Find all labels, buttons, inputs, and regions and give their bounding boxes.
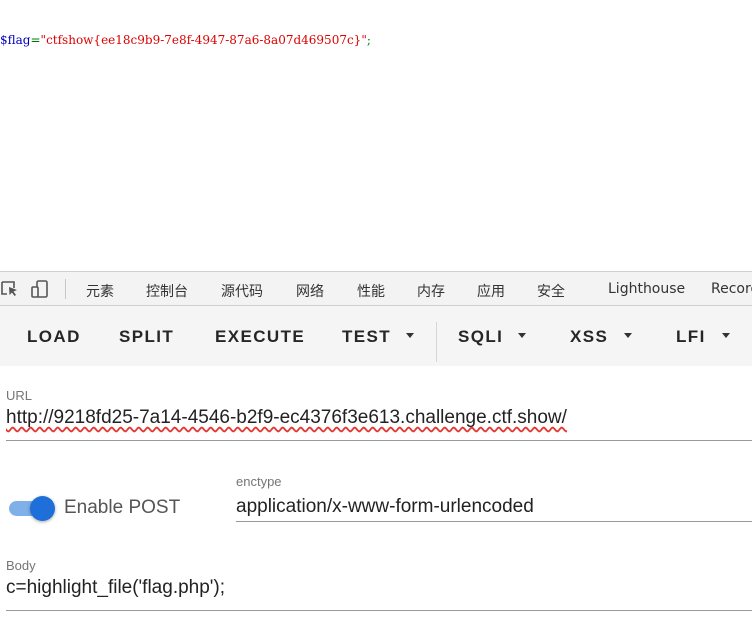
test-chevron-down-icon [406, 333, 414, 338]
tab-recorder[interactable]: Recorder [711, 281, 752, 297]
enctype-label: enctype [236, 474, 282, 489]
lfi-chevron-down-icon [722, 333, 730, 338]
tab-elements[interactable]: 元素 [86, 281, 114, 301]
code-string: "ctfshow{ee18c9b9-7e8f-4947-87a6-8a07d46… [40, 33, 367, 47]
hackbar-toolbar: LOAD SPLIT EXECUTE TEST SQLI XSS LFI [0, 306, 752, 366]
sqli-chevron-down-icon [518, 333, 526, 338]
url-underline [6, 440, 752, 441]
inspect-element-icon[interactable] [0, 279, 20, 299]
xss-menu-button[interactable]: XSS [570, 327, 608, 347]
url-label: URL [6, 388, 33, 403]
devtools-tab-bar: 元素 控制台 源代码 网络 性能 内存 应用 安全 Lighthouse Rec… [0, 271, 752, 306]
devtools-separator [65, 279, 66, 299]
highlighted-source: $flag="ctfshow{ee18c9b9-7e8f-4947-87a6-8… [0, 33, 371, 47]
code-operator: = [30, 33, 41, 47]
sqli-menu-button[interactable]: SQLI [458, 327, 503, 347]
execute-button[interactable]: EXECUTE [215, 327, 305, 347]
tab-console[interactable]: 控制台 [146, 281, 188, 301]
body-label: Body [6, 558, 36, 573]
tab-network[interactable]: 网络 [296, 281, 324, 301]
device-toolbar-icon[interactable] [31, 279, 51, 299]
tab-sources[interactable]: 源代码 [221, 281, 263, 301]
enable-post-toggle[interactable] [30, 496, 55, 521]
lfi-menu-button[interactable]: LFI [676, 327, 706, 347]
xss-chevron-down-icon [624, 333, 632, 338]
tab-application[interactable]: 应用 [477, 281, 505, 301]
load-button[interactable]: LOAD [27, 327, 81, 347]
tab-security[interactable]: 安全 [537, 281, 565, 301]
split-button[interactable]: SPLIT [119, 327, 174, 347]
code-terminator: ; [366, 33, 371, 47]
code-variable: $flag [0, 33, 31, 47]
test-menu-button[interactable]: TEST [342, 327, 391, 347]
body-underline [6, 610, 752, 611]
enctype-select[interactable]: application/x-www-form-urlencoded [236, 496, 534, 518]
tab-lighthouse[interactable]: Lighthouse [608, 281, 685, 297]
tab-memory[interactable]: 内存 [417, 281, 445, 301]
enable-post-label: Enable POST [64, 497, 181, 518]
body-input[interactable]: c=highlight_file('flag.php'); [6, 577, 225, 599]
toolbar-divider [436, 322, 437, 362]
tab-performance[interactable]: 性能 [357, 281, 385, 301]
enctype-underline [236, 521, 752, 522]
url-input[interactable]: http://9218fd25-7a14-4546-b2f9-ec4376f3e… [6, 407, 567, 429]
